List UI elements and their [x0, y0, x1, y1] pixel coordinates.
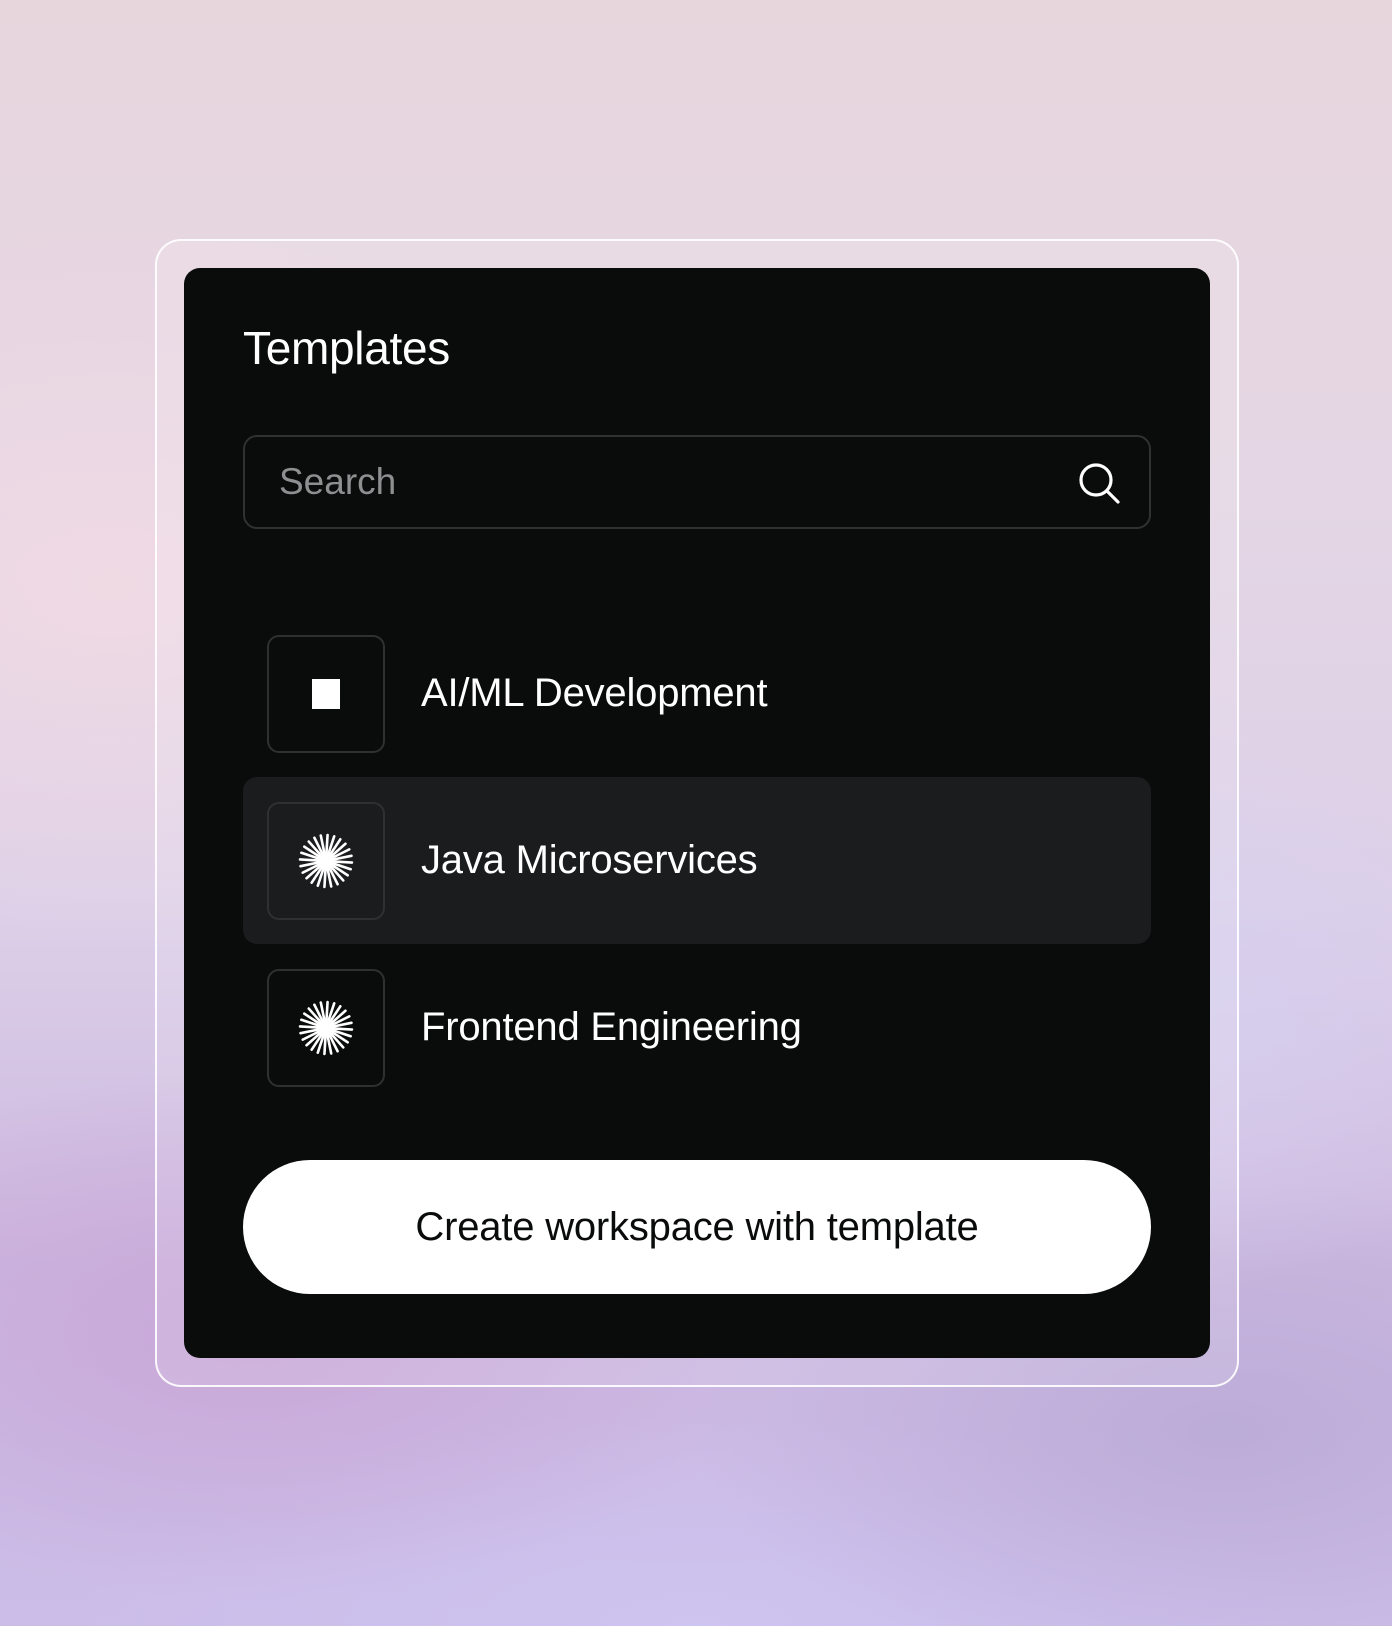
template-label: Java Microservices — [421, 838, 758, 882]
template-icon-box — [267, 802, 385, 920]
template-icon-box — [267, 635, 385, 753]
template-label: Frontend Engineering — [421, 1005, 802, 1049]
create-workspace-button[interactable]: Create workspace with template — [243, 1160, 1151, 1294]
template-item-frontend[interactable]: Frontend Engineering — [243, 944, 1151, 1111]
starburst-icon — [298, 833, 354, 889]
template-list: AI/ML Development Java Microservices Fro… — [243, 610, 1151, 1111]
square-icon — [312, 679, 340, 709]
search-box — [243, 435, 1151, 529]
templates-panel: Templates AI/ML Development Java Microse… — [184, 268, 1210, 1358]
starburst-icon — [298, 1000, 354, 1056]
template-item-java[interactable]: Java Microservices — [243, 777, 1151, 944]
search-input[interactable] — [279, 437, 1039, 527]
panel-title: Templates — [243, 322, 450, 374]
search-icon[interactable] — [1077, 461, 1121, 505]
template-icon-box — [267, 969, 385, 1087]
template-label: AI/ML Development — [421, 671, 768, 715]
template-item-ai-ml[interactable]: AI/ML Development — [243, 610, 1151, 777]
